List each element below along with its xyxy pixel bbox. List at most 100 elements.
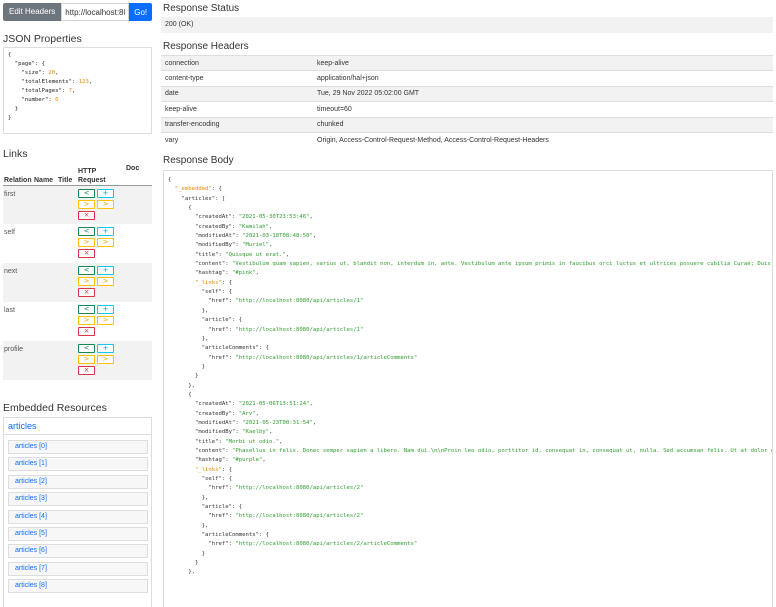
json-key: "number":: [8, 97, 56, 103]
link-http-request: < + > > ×: [77, 224, 125, 263]
link-http-request: < + > > ×: [77, 263, 125, 302]
embedded-group-articles[interactable]: articles: [4, 418, 151, 435]
delete-request-button[interactable]: ×: [78, 327, 95, 336]
post-request-button[interactable]: +: [97, 227, 114, 236]
body-line: "createdAt": "2021-05-30T23:53:46",: [168, 213, 772, 222]
body-indent: [168, 233, 195, 239]
response-headers-table: connection keep-alive content-type applicat…: [161, 54, 773, 148]
embedded-item[interactable]: articles [8]: [8, 579, 148, 594]
put-request-button[interactable]: >: [78, 199, 95, 209]
embedded-resources-list: articles articles [0] articles [1] article…: [3, 417, 152, 607]
patch-request-button[interactable]: >: [97, 316, 114, 325]
links-heading: Links: [3, 148, 28, 160]
body-token: "Vestibulum quam sapien, varius ut, blan…: [232, 261, 771, 268]
go-button[interactable]: Go!: [129, 3, 153, 21]
embedded-item[interactable]: articles [1]: [8, 457, 148, 472]
link-doc: [125, 341, 152, 380]
body-token: "href":: [208, 354, 236, 361]
delete-request-button[interactable]: ×: [78, 249, 95, 258]
post-request-button[interactable]: +: [97, 344, 114, 353]
link-relation: self: [4, 229, 15, 236]
http-request-buttons: < + > > ×: [78, 188, 115, 220]
patch-request-button[interactable]: >: [97, 238, 114, 247]
body-token: "Phasellus in felis. Donec semper sapien…: [232, 447, 772, 454]
edit-headers-button[interactable]: Edit Headers: [3, 3, 62, 21]
body-indent: [168, 411, 195, 417]
patch-request-button[interactable]: >: [97, 277, 114, 286]
get-request-button[interactable]: <: [78, 227, 95, 236]
body-indent: [168, 205, 188, 211]
body-token: "articleComments": {: [201, 532, 270, 539]
put-request-button[interactable]: >: [78, 355, 95, 364]
body-token: "http://localhost:8080/api/articles/2": [235, 485, 364, 492]
put-request-button[interactable]: >: [78, 277, 95, 286]
body-line: "_links": {: [168, 466, 772, 475]
url-input[interactable]: [61, 3, 130, 21]
body-token: {: [188, 205, 192, 212]
json-text: "page": {: [8, 61, 46, 67]
response-header-row: date Tue, 29 Nov 2022 05:02:00 GMT: [161, 85, 773, 102]
link-row-profile: profile < + > > ×: [3, 341, 152, 380]
body-indent: [168, 504, 202, 510]
body-token: "title":: [194, 438, 226, 445]
body-token: "createdBy":: [194, 223, 239, 230]
url-bar: Edit Headers Go!: [3, 3, 153, 21]
delete-request-button[interactable]: ×: [78, 366, 95, 375]
link-http-request: < + > > ×: [77, 341, 125, 380]
get-request-button[interactable]: <: [78, 266, 95, 275]
embedded-item[interactable]: articles [7]: [8, 561, 148, 576]
body-indent: [168, 252, 195, 258]
body-token: "_embedded": [174, 186, 212, 193]
body-token: ,: [312, 233, 317, 240]
get-request-button[interactable]: <: [78, 344, 95, 353]
embedded-item[interactable]: articles [2]: [8, 474, 148, 489]
embedded-item[interactable]: articles [5]: [8, 527, 148, 541]
json-value: 0: [55, 97, 59, 103]
response-header-value: Origin, Access-Control-Request-Method, A…: [313, 131, 773, 148]
response-header-name: date: [161, 85, 313, 102]
embedded-item[interactable]: articles [0]: [8, 440, 148, 454]
patch-request-button[interactable]: >: [97, 199, 114, 209]
body-line: },: [168, 382, 772, 391]
delete-request-button[interactable]: ×: [78, 288, 95, 297]
body-indent: [168, 429, 195, 435]
json-line: "page": {: [8, 60, 147, 69]
body-line: },: [168, 568, 772, 577]
get-request-button[interactable]: <: [78, 305, 95, 314]
body-indent: [168, 401, 195, 407]
body-line: {: [168, 204, 772, 213]
body-token: ,: [269, 429, 273, 436]
embedded-item[interactable]: articles [4]: [8, 509, 148, 524]
body-token: "2021-05-23T00:31:54": [242, 419, 313, 426]
body-indent: [168, 495, 202, 501]
body-token: },: [201, 307, 209, 314]
json-line: "totalElements": 123,: [8, 78, 147, 87]
body-indent: [168, 420, 195, 426]
body-token: "2021-03-18T08:48:50": [242, 233, 313, 240]
embedded-item[interactable]: articles [6]: [8, 544, 148, 559]
link-name: [33, 263, 57, 302]
delete-request-button[interactable]: ×: [78, 210, 95, 220]
body-indent: [168, 476, 202, 482]
body-line: "modifiedBy": "Kaelby",: [168, 428, 772, 437]
body-token: "modifiedAt":: [194, 419, 243, 426]
http-request-buttons: < + > > ×: [78, 344, 115, 375]
put-request-button[interactable]: >: [78, 238, 95, 247]
body-token: "content":: [194, 261, 232, 268]
embedded-item[interactable]: articles [3]: [8, 492, 148, 507]
body-indent: [168, 457, 195, 463]
put-request-button[interactable]: >: [78, 316, 95, 325]
post-request-button[interactable]: +: [97, 305, 114, 314]
body-indent: [168, 551, 202, 557]
body-line: "articleComments": {: [168, 344, 772, 353]
post-request-button[interactable]: +: [97, 188, 114, 198]
body-token: "Arv": [238, 410, 256, 417]
response-header-value: application/hal+json: [313, 70, 773, 87]
response-header-name: connection: [161, 54, 313, 71]
post-request-button[interactable]: +: [97, 266, 114, 275]
body-line: "modifiedAt": "2021-05-23T00:31:54",: [168, 419, 772, 428]
patch-request-button[interactable]: >: [97, 355, 114, 364]
get-request-button[interactable]: <: [78, 188, 95, 198]
body-token: ,: [312, 419, 317, 426]
link-http-request: < + > > ×: [77, 185, 125, 224]
